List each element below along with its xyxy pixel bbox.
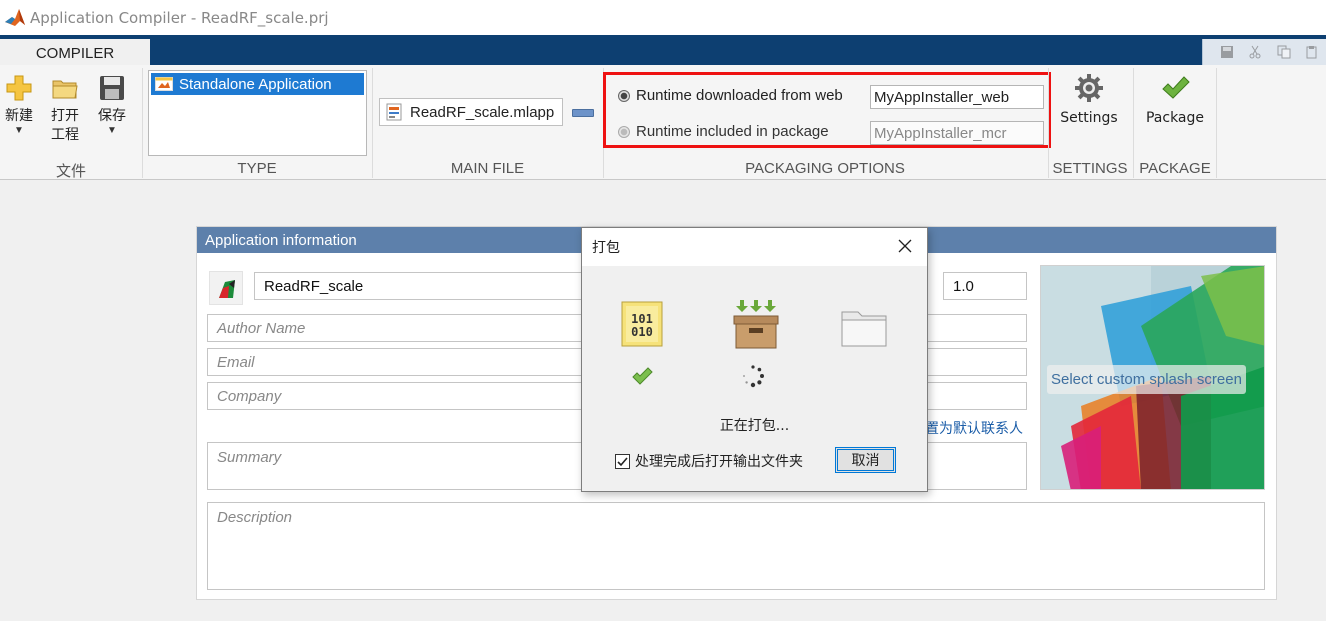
save-icon[interactable] (1220, 45, 1234, 59)
app-name-input[interactable]: ReadRF_scale (254, 272, 587, 300)
packaging-dialog: 打包 101 010 正在打包... 处理完成后打开输出文件夹 取消 (581, 227, 928, 492)
mlapp-file-icon (386, 103, 402, 121)
ribbon: 新建 ▼ 打开 工程 保存 ▼ 文件 Standalone Applicatio… (0, 65, 1326, 180)
chevron-down-icon: ▼ (107, 125, 117, 136)
app-type-list[interactable]: Standalone Application (148, 70, 367, 156)
web-installer-name-input[interactable]: MyAppInstaller_web (870, 85, 1044, 109)
packaging-section-label: PACKAGING OPTIONS (745, 160, 905, 177)
open-project-button[interactable]: 打开 工程 (50, 73, 80, 145)
svg-text:101: 101 (631, 312, 653, 326)
package-box-icon (733, 300, 779, 349)
save-disk-icon (100, 76, 124, 100)
main-file-section-label: MAIN FILE (450, 160, 525, 177)
window-title: Application Compiler - ReadRF_scale.prj (30, 8, 329, 27)
author-name-input-tail[interactable] (927, 314, 1027, 342)
check-icon (617, 456, 628, 466)
package-label: Package (1145, 110, 1205, 126)
folder-icon (841, 311, 887, 347)
radio-package[interactable] (618, 125, 630, 138)
description-input[interactable]: Description (207, 502, 1265, 590)
dialog-title-bar: 打包 (582, 228, 927, 266)
version-input[interactable]: 1.0 (943, 272, 1027, 300)
save-button[interactable]: 保存 ▼ (97, 73, 127, 136)
folder-open-icon (52, 80, 78, 99)
checkbox-checked[interactable] (615, 453, 630, 469)
file-section-label: 文件 (55, 163, 86, 180)
settings-label: Settings (1060, 110, 1118, 126)
set-default-contact-link[interactable]: 置为默认联系人 (925, 418, 1023, 438)
package-section-label: PACKAGE (1139, 160, 1211, 177)
summary-input-tail[interactable] (927, 442, 1027, 490)
spinner-icon (743, 365, 764, 388)
type-section-label: TYPE (237, 160, 277, 177)
toolstrip-tabs: COMPILER (0, 35, 1326, 65)
settings-button[interactable]: Settings (1057, 73, 1121, 128)
packaging-status-text: 正在打包... (719, 418, 790, 434)
checkmark-icon (1162, 76, 1190, 99)
radio-web[interactable] (618, 89, 630, 102)
splash-screen-label: Select custom splash screen (1047, 365, 1246, 394)
binary-file-icon: 101 010 (621, 301, 663, 347)
author-name-input[interactable]: Author Name (207, 314, 587, 342)
email-input[interactable]: Email (207, 348, 587, 376)
paste-icon[interactable] (1305, 45, 1319, 59)
packaging-options-highlight: Runtime downloaded from web MyAppInstall… (603, 72, 1051, 148)
app-logo-icon (219, 280, 235, 298)
open-project-label: 打开 工程 (51, 108, 79, 143)
email-input-tail[interactable] (927, 348, 1027, 376)
close-icon[interactable] (895, 236, 915, 256)
type-item-label: Standalone Application (179, 75, 332, 93)
application-window-icon (155, 77, 173, 91)
open-output-folder-checkbox[interactable]: 处理完成后打开输出文件夹 (615, 451, 803, 471)
cut-icon[interactable] (1248, 45, 1262, 59)
new-label: 新建 (5, 108, 33, 124)
dialog-title: 打包 (592, 240, 620, 256)
tab-compiler[interactable]: COMPILER (0, 39, 150, 65)
svg-text:010: 010 (631, 325, 653, 339)
divider (1216, 68, 1217, 178)
copy-icon[interactable] (1277, 45, 1291, 59)
chevron-down-icon: ▼ (14, 125, 24, 136)
company-input-tail[interactable] (927, 382, 1027, 410)
option-runtime-web[interactable]: Runtime downloaded from web (618, 87, 843, 104)
step-done-check-icon (632, 367, 653, 385)
app-icon[interactable] (209, 271, 243, 305)
company-input[interactable]: Company (207, 382, 587, 410)
main-file-entry[interactable]: ReadRF_scale.mlapp (379, 98, 564, 126)
save-label: 保存 (98, 108, 126, 124)
title-bar: Application Compiler - ReadRF_scale.prj (0, 0, 1326, 35)
splash-screen-selector[interactable]: Select custom splash screen (1040, 265, 1265, 490)
mcr-installer-name-input[interactable]: MyAppInstaller_mcr (870, 121, 1044, 145)
checkbox-label: 处理完成后打开输出文件夹 (635, 454, 803, 470)
type-item-standalone[interactable]: Standalone Application (151, 73, 364, 95)
option-web-label: Runtime downloaded from web (636, 87, 843, 104)
settings-section-label: SETTINGS (1052, 160, 1128, 177)
matlab-logo-icon (5, 8, 25, 26)
option-package-label: Runtime included in package (636, 123, 829, 140)
new-button[interactable]: 新建 ▼ (4, 73, 34, 136)
remove-main-file-button[interactable] (572, 109, 594, 117)
option-runtime-package[interactable]: Runtime included in package (618, 123, 829, 140)
cancel-button[interactable]: 取消 (835, 447, 896, 473)
package-button[interactable]: Package (1141, 73, 1209, 128)
summary-input[interactable]: Summary (207, 442, 587, 490)
plus-icon (6, 75, 32, 101)
gear-icon (1075, 74, 1103, 102)
quick-access-toolbar (1202, 39, 1326, 65)
main-file-name: ReadRF_scale.mlapp (410, 103, 555, 121)
